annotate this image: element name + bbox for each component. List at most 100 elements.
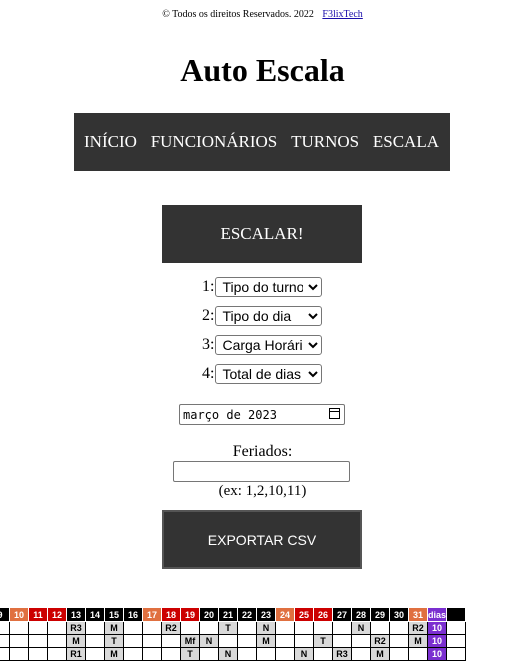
- shift-cell[interactable]: T: [180, 647, 200, 661]
- shift-cell[interactable]: T: [313, 634, 333, 648]
- shift-cell[interactable]: [123, 634, 143, 648]
- shift-cell[interactable]: [275, 634, 295, 648]
- day-header-cell: 31: [408, 607, 428, 622]
- sort-criterion-2: 2: Tipo do dia: [202, 306, 323, 326]
- shift-cell[interactable]: [47, 634, 67, 648]
- schedule-table: 9101112131415161718192021222324252627282…: [0, 607, 467, 661]
- shift-cell[interactable]: R3: [66, 621, 86, 635]
- schedule-row: R3 M R2 T N N R2 10: [0, 621, 467, 635]
- shift-cell[interactable]: [9, 621, 29, 635]
- nav-inicio[interactable]: INÍCIO: [84, 132, 137, 152]
- shift-cell[interactable]: [389, 634, 409, 648]
- calendar-icon[interactable]: [329, 408, 340, 419]
- day-header-cell: 25: [294, 607, 314, 622]
- schedule-row: M T Mf N M T R2 M 10: [0, 634, 467, 648]
- shift-cell[interactable]: [28, 621, 48, 635]
- shift-cell[interactable]: [199, 621, 219, 635]
- nav-turnos[interactable]: TURNOS: [291, 132, 359, 152]
- shift-cell[interactable]: R2: [408, 621, 428, 635]
- shift-cell[interactable]: R2: [161, 621, 181, 635]
- shift-cell[interactable]: N: [256, 621, 276, 635]
- day-header-cell: 16: [123, 607, 143, 622]
- shift-cell[interactable]: [256, 647, 276, 661]
- holidays-input[interactable]: [173, 461, 350, 482]
- shift-cell[interactable]: [332, 621, 352, 635]
- day-header-cell: 26: [313, 607, 333, 622]
- day-header-cell: [446, 607, 467, 622]
- shift-cell[interactable]: [0, 621, 10, 635]
- shift-cell[interactable]: M: [256, 634, 276, 648]
- shift-cell[interactable]: T: [218, 621, 238, 635]
- shift-cell[interactable]: [9, 647, 29, 661]
- shift-cell[interactable]: N: [294, 647, 314, 661]
- shift-cell[interactable]: [237, 621, 257, 635]
- shift-cell[interactable]: M: [104, 647, 124, 661]
- shift-cell[interactable]: N: [218, 647, 238, 661]
- shift-cell[interactable]: N: [199, 634, 219, 648]
- shift-cell[interactable]: R1: [66, 647, 86, 661]
- shift-cell[interactable]: [161, 634, 181, 648]
- shift-cell[interactable]: [446, 621, 467, 635]
- shift-cell[interactable]: [370, 621, 390, 635]
- sort-select-2[interactable]: Tipo do dia: [215, 306, 323, 326]
- author-link[interactable]: F3lixTech: [322, 9, 362, 20]
- shift-cell[interactable]: [0, 634, 10, 648]
- nav-escala[interactable]: ESCALA: [373, 132, 439, 152]
- shift-cell[interactable]: M: [408, 634, 428, 648]
- shift-cell[interactable]: [85, 621, 105, 635]
- shift-cell[interactable]: N: [351, 621, 371, 635]
- shift-cell[interactable]: [237, 647, 257, 661]
- shift-cell[interactable]: [47, 621, 67, 635]
- shift-cell[interactable]: [313, 647, 333, 661]
- shift-cell[interactable]: [351, 634, 371, 648]
- shift-cell[interactable]: [389, 621, 409, 635]
- shift-cell[interactable]: [446, 634, 467, 648]
- shift-cell[interactable]: [9, 634, 29, 648]
- shift-cell[interactable]: [218, 634, 238, 648]
- shift-cell[interactable]: [85, 647, 105, 661]
- shift-cell[interactable]: [199, 647, 219, 661]
- shift-cell[interactable]: [351, 647, 371, 661]
- shift-cell[interactable]: [389, 647, 409, 661]
- days-total-cell[interactable]: 10: [426, 634, 448, 648]
- shift-cell[interactable]: [294, 634, 314, 648]
- shift-cell[interactable]: [408, 647, 428, 661]
- shift-cell[interactable]: [142, 621, 162, 635]
- shift-cell[interactable]: [180, 621, 200, 635]
- shift-cell[interactable]: [123, 621, 143, 635]
- shift-cell[interactable]: M: [370, 647, 390, 661]
- month-input[interactable]: março de 2023: [179, 404, 345, 425]
- shift-cell[interactable]: [237, 634, 257, 648]
- shift-cell[interactable]: M: [66, 634, 86, 648]
- shift-cell[interactable]: [123, 647, 143, 661]
- shift-cell[interactable]: [161, 647, 181, 661]
- sort-select-4[interactable]: Total de dias: [215, 364, 323, 384]
- shift-cell[interactable]: [275, 621, 295, 635]
- shift-cell[interactable]: [142, 647, 162, 661]
- shift-cell[interactable]: [332, 634, 352, 648]
- shift-cell[interactable]: T: [104, 634, 124, 648]
- sort-select-1[interactable]: Tipo do turno: [215, 277, 323, 297]
- nav-funcionarios[interactable]: FUNCIONÁRIOS: [151, 132, 278, 152]
- shift-cell[interactable]: Mf: [180, 634, 200, 648]
- days-total-cell[interactable]: 10: [426, 647, 448, 661]
- day-header-cell: 29: [370, 607, 390, 622]
- shift-cell[interactable]: [28, 634, 48, 648]
- shift-cell[interactable]: [47, 647, 67, 661]
- shift-cell[interactable]: [313, 621, 333, 635]
- shift-cell[interactable]: [28, 647, 48, 661]
- shift-cell[interactable]: [294, 621, 314, 635]
- shift-cell[interactable]: [85, 634, 105, 648]
- shift-cell[interactable]: [0, 647, 10, 661]
- day-header-cell: 24: [275, 607, 295, 622]
- shift-cell[interactable]: R3: [332, 647, 352, 661]
- shift-cell[interactable]: M: [104, 621, 124, 635]
- escalar-button[interactable]: ESCALAR!: [162, 205, 362, 263]
- shift-cell[interactable]: [446, 647, 467, 661]
- shift-cell[interactable]: [275, 647, 295, 661]
- export-csv-button[interactable]: EXPORTAR CSV: [162, 510, 362, 569]
- days-total-cell[interactable]: 10: [426, 621, 448, 635]
- shift-cell[interactable]: R2: [370, 634, 390, 648]
- shift-cell[interactable]: [142, 634, 162, 648]
- sort-select-3[interactable]: Carga Horária: [215, 335, 323, 355]
